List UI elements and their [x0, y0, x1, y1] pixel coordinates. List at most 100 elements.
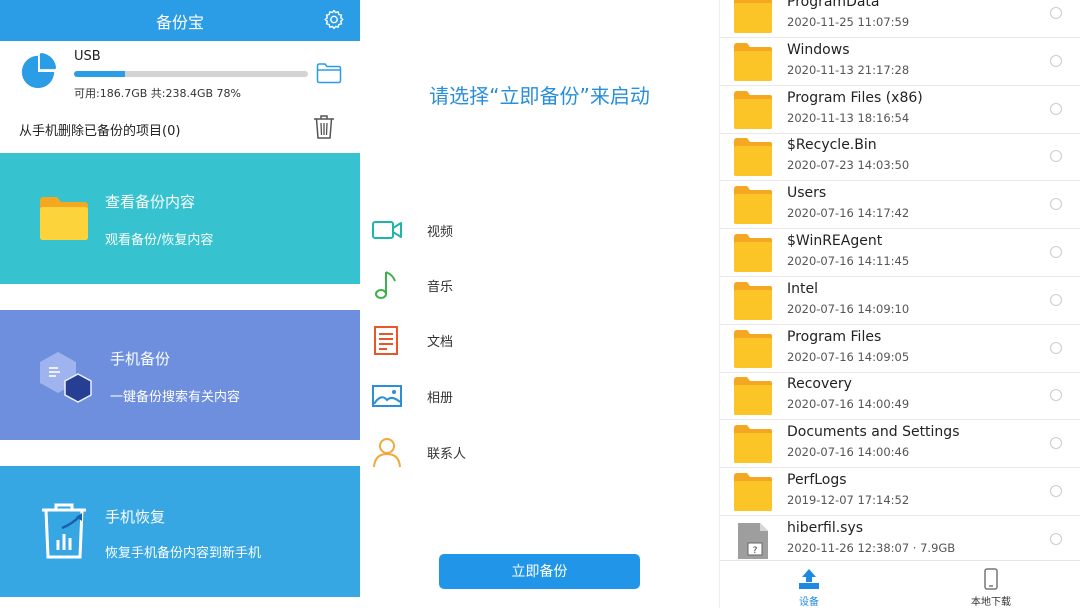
device-upload-icon	[799, 569, 819, 589]
file-name: Users	[787, 185, 827, 202]
folder-outline-icon[interactable]	[316, 62, 342, 84]
restore-bin-icon	[42, 503, 86, 559]
phone-backup-title: 手机备份	[110, 350, 171, 368]
usb-storage-row[interactable]: USB 可用:186.7GB 共:238.4GB 78%	[0, 41, 360, 113]
phone-restore-title: 手机恢复	[105, 508, 166, 526]
storage-progress-bar	[74, 71, 308, 77]
backup-select-panel: 请选择“立即备份”来启动 视频 音乐 文档 相册 联系人 立即备份	[360, 0, 719, 608]
select-radio[interactable]	[1050, 389, 1062, 402]
view-backup-subtitle: 观看备份/恢复内容	[105, 233, 214, 248]
phone-restore-card[interactable]: 手机恢复 恢复手机备份内容到新手机	[0, 466, 360, 597]
unknown-file-icon: ?	[732, 519, 774, 561]
gear-icon[interactable]	[322, 8, 346, 32]
file-name: Recovery	[787, 376, 852, 393]
bottom-nav: 设备 本地下载	[720, 560, 1080, 608]
music-icon	[375, 271, 396, 299]
folder-icon	[732, 471, 774, 513]
file-browser-panel: ProgramData 2020-11-25 11:07:59 Windows 202…	[719, 0, 1080, 608]
select-radio[interactable]	[1050, 246, 1062, 258]
file-date: 2020-07-16 14:00:46	[787, 445, 910, 460]
file-name: Windows	[787, 41, 850, 58]
select-radio[interactable]	[1050, 485, 1062, 497]
nav-label: 设备	[799, 597, 819, 608]
folder-icon	[40, 197, 88, 240]
file-name: Intel	[787, 280, 818, 297]
phone-icon	[984, 568, 998, 590]
delete-backed-up-row[interactable]: 从手机删除已备份的项目(0)	[0, 113, 360, 153]
category-label: 音乐	[427, 280, 454, 295]
backup-home-panel: 备份宝 USB 可用:186.7GB 共:238.4GB 78% 从手机删除已备…	[0, 0, 360, 608]
file-row[interactable]: Program Files (x86) 2020-11-13 18:16:54	[720, 86, 1080, 134]
folder-icon	[732, 184, 774, 226]
folder-icon	[732, 0, 774, 35]
file-row[interactable]: Program Files 2020-07-16 14:09:05	[720, 325, 1080, 373]
file-date: 2020-07-16 14:00:49	[787, 397, 910, 412]
trash-icon[interactable]	[313, 114, 335, 140]
select-radio[interactable]	[1050, 437, 1062, 450]
file-row[interactable]: $Recycle.Bin 2020-07-23 14:03:50	[720, 133, 1080, 182]
photo-icon	[372, 385, 402, 407]
category-documents[interactable]: 文档	[360, 320, 719, 360]
select-radio[interactable]	[1050, 532, 1062, 545]
category-label: 联系人	[427, 447, 467, 462]
backup-hexagon-icon	[40, 352, 92, 403]
folder-icon	[732, 280, 774, 322]
category-label: 文档	[427, 335, 454, 350]
folder-icon	[732, 232, 774, 274]
file-row[interactable]: PerfLogs 2019-12-07 17:14:52	[720, 468, 1080, 516]
category-photos[interactable]: 相册	[360, 376, 719, 416]
contacts-icon	[373, 438, 401, 468]
file-row[interactable]: Intel 2020-07-16 14:09:10	[720, 277, 1080, 325]
file-date: 2020-07-16 14:09:05	[787, 349, 910, 364]
category-video[interactable]: 视频	[360, 210, 719, 250]
document-icon	[374, 326, 398, 355]
usb-name: USB	[74, 49, 101, 64]
folder-icon	[732, 41, 774, 83]
storage-pie-icon	[21, 52, 57, 89]
select-radio[interactable]	[1050, 198, 1062, 211]
file-date: 2020-11-26 12:38:07 · 7.9GB	[787, 540, 956, 555]
file-name: PerfLogs	[787, 472, 847, 488]
phone-restore-subtitle: 恢复手机备份内容到新手机	[105, 546, 262, 561]
start-prompt: 请选择“立即备份”来启动	[429, 84, 650, 108]
file-row[interactable]: $WinREAgent 2020-07-16 14:11:45	[720, 229, 1080, 277]
app-title: 备份宝	[155, 13, 204, 32]
file-row[interactable]: Recovery 2020-07-16 14:00:49	[720, 372, 1080, 421]
category-contacts[interactable]: 联系人	[360, 432, 719, 472]
folder-icon	[732, 89, 774, 131]
phone-backup-subtitle: 一键备份搜索有关内容	[110, 390, 241, 405]
file-date: 2020-11-13 21:17:28	[787, 62, 910, 77]
file-row[interactable]: ProgramData 2020-11-25 11:07:59	[720, 0, 1080, 38]
file-date: 2020-07-16 14:11:45	[787, 254, 910, 268]
select-radio[interactable]	[1050, 102, 1062, 115]
file-date: 2020-07-16 14:17:42	[787, 206, 910, 221]
nav-devices[interactable]: 设备	[774, 561, 844, 608]
select-radio[interactable]	[1050, 293, 1062, 306]
file-date: 2020-11-25 11:07:59	[787, 15, 910, 29]
category-music[interactable]: 音乐	[360, 265, 719, 305]
file-date: 2020-07-16 14:09:10	[787, 301, 910, 316]
select-radio[interactable]	[1050, 7, 1062, 19]
select-radio[interactable]	[1050, 150, 1062, 163]
file-row[interactable]: Documents and Settings 2020-07-16 14:00:4…	[720, 420, 1080, 469]
backup-now-button[interactable]: 立即备份	[439, 554, 640, 589]
delete-backed-up-label: 从手机删除已备份的项目(0)	[19, 124, 181, 139]
nav-label: 本地下载	[971, 597, 1011, 608]
phone-backup-card[interactable]: 手机备份 一键备份搜索有关内容	[0, 310, 360, 440]
storage-info: 可用:186.7GB 共:238.4GB 78%	[74, 87, 241, 100]
file-name: ProgramData	[787, 0, 880, 10]
folder-icon	[732, 136, 774, 178]
storage-progress-fill	[74, 71, 126, 77]
folder-icon	[732, 423, 774, 465]
select-radio[interactable]	[1050, 341, 1062, 354]
svg-text:?: ?	[753, 546, 758, 556]
file-name: hiberfil.sys	[787, 519, 864, 536]
file-date: 2020-11-13 18:16:54	[787, 110, 910, 125]
view-backup-card[interactable]: 查看备份内容 观看备份/恢复内容	[0, 153, 360, 284]
file-row[interactable]: Users 2020-07-16 14:17:42	[720, 181, 1080, 230]
file-row[interactable]: Windows 2020-11-13 21:17:28	[720, 38, 1080, 86]
nav-local-downloads[interactable]: 本地下载	[956, 561, 1026, 608]
file-row[interactable]: ? hiberfil.sys 2020-11-26 12:38:07 · 7.9GB	[720, 516, 1080, 564]
select-radio[interactable]	[1050, 54, 1062, 67]
file-name: Documents and Settings	[787, 424, 960, 441]
